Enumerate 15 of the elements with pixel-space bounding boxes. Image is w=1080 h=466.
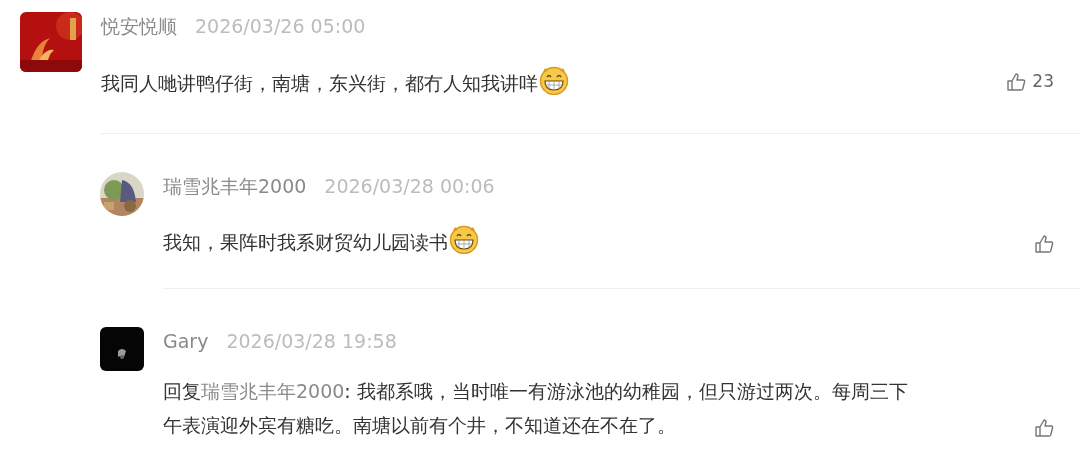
reply-user-link[interactable]: 瑞雪兆丰年2000 xyxy=(201,379,345,402)
author-name: Gary xyxy=(163,329,209,354)
author-name: 瑞雪兆丰年2000 xyxy=(163,173,307,199)
like-button[interactable] xyxy=(1034,417,1054,438)
like-button[interactable]: 23 xyxy=(1006,69,1054,95)
thumbs-up-icon[interactable] xyxy=(1006,71,1027,92)
comment-text: 我同人哋讲鸭仔街，南塘，东兴街，都冇人知我讲咩 xyxy=(101,62,1007,103)
comment-text: 回复瑞雪兆丰年2000: 我都系哦，当时唯一有游泳池的幼稚园，但只游过两次。每周三下午表演迎外宾有糖吃。南塘以前有个井，不知道还在不在了。 xyxy=(163,378,909,438)
like-count: 23 xyxy=(1032,70,1054,93)
timestamp: 2026/03/28 19:58 xyxy=(226,329,397,354)
timestamp: 2026/03/26 05:00 xyxy=(195,14,366,39)
comment-text: 我知，果阵时我系财贸幼儿园读书 xyxy=(163,222,1034,262)
like-button[interactable] xyxy=(1034,234,1054,254)
timestamp: 2026/03/28 00:06 xyxy=(324,173,495,199)
author-name: 悦安悦顺 xyxy=(101,14,177,39)
